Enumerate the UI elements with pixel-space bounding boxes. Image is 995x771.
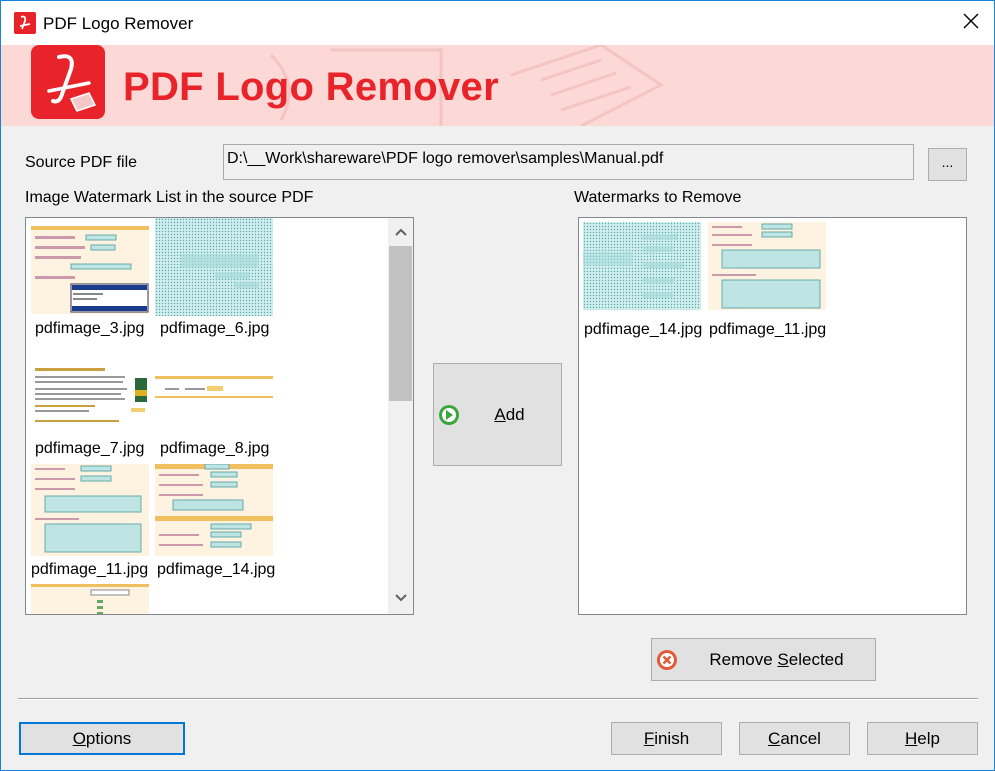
image-list-label: Image Watermark List in the source PDF xyxy=(25,189,314,206)
list-item-thumbnail[interactable] xyxy=(31,364,149,452)
pdf-icon xyxy=(14,12,36,34)
list-item-thumbnail[interactable] xyxy=(31,464,149,556)
close-icon xyxy=(962,12,980,35)
title-bar: PDF Logo Remover xyxy=(1,1,994,45)
app-window: PDF Logo Remover PDF Logo Remover Source… xyxy=(0,0,995,771)
options-button-label: Options xyxy=(72,728,132,748)
list-item-label: pdfimage_8.jpg xyxy=(160,440,270,457)
list-item-label: pdfimage_14.jpg xyxy=(157,561,276,578)
close-button[interactable] xyxy=(948,1,994,45)
list-item-label: pdfimage_3.jpg xyxy=(35,320,145,337)
finish-button[interactable]: Finish xyxy=(611,722,722,755)
cancel-button[interactable]: Cancel xyxy=(739,722,850,755)
vertical-scrollbar[interactable] xyxy=(388,218,413,614)
image-watermark-list[interactable]: pdfimage_3.jpg pdfimage_6.jpg pdfimage_7… xyxy=(25,217,414,615)
red-x-icon xyxy=(656,649,678,676)
remove-selected-button[interactable]: Remove Selected xyxy=(651,638,876,681)
add-button[interactable]: Add xyxy=(433,363,562,466)
list-item-thumbnail[interactable] xyxy=(155,464,273,556)
scrollbar-thumb[interactable] xyxy=(389,246,412,401)
list-item-label: pdfimage_11.jpg xyxy=(709,321,827,338)
green-arrow-icon xyxy=(438,404,460,431)
list-item-thumbnail[interactable] xyxy=(31,226,149,314)
cancel-button-label: Cancel xyxy=(768,728,821,748)
chevron-down-icon xyxy=(394,590,408,608)
list-item-label: pdfimage_6.jpg xyxy=(160,320,270,337)
source-pdf-label: Source PDF file xyxy=(25,154,138,171)
add-button-label: Add xyxy=(494,404,525,424)
list-item-label: pdfimage_7.jpg xyxy=(35,440,145,457)
source-pdf-path-field[interactable]: D:\__Work\shareware\PDF logo remover\sam… xyxy=(223,144,914,180)
footer-separator xyxy=(18,698,978,700)
browse-button[interactable]: ... xyxy=(928,148,967,181)
chevron-up-icon xyxy=(394,224,408,242)
scroll-down-button[interactable] xyxy=(388,586,413,612)
pdf-logo-icon xyxy=(31,45,105,119)
list-item-thumbnail[interactable] xyxy=(31,584,149,614)
header-banner: PDF Logo Remover xyxy=(1,45,994,126)
help-button-label: Help xyxy=(905,728,940,748)
list-item-label: pdfimage_14.jpg xyxy=(584,321,703,338)
scroll-up-button[interactable] xyxy=(388,220,413,246)
help-button[interactable]: Help xyxy=(867,722,978,755)
list-item-thumbnail[interactable] xyxy=(155,364,273,452)
window-title: PDF Logo Remover xyxy=(43,14,194,33)
remove-selected-label: Remove Selected xyxy=(709,649,844,669)
list-item-thumbnail[interactable] xyxy=(708,222,826,310)
watermarks-to-remove-label: Watermarks to Remove xyxy=(574,189,742,206)
list-item-thumbnail[interactable] xyxy=(155,218,273,316)
finish-button-label: Finish xyxy=(643,728,690,748)
list-item-label: pdfimage_11.jpg xyxy=(31,561,149,578)
options-button[interactable]: Options xyxy=(19,722,185,755)
list-item-thumbnail[interactable] xyxy=(583,222,701,310)
banner-title: PDF Logo Remover xyxy=(123,65,499,109)
watermarks-to-remove-list[interactable]: pdfimage_14.jpg pdfimage_11.jpg xyxy=(578,217,967,615)
